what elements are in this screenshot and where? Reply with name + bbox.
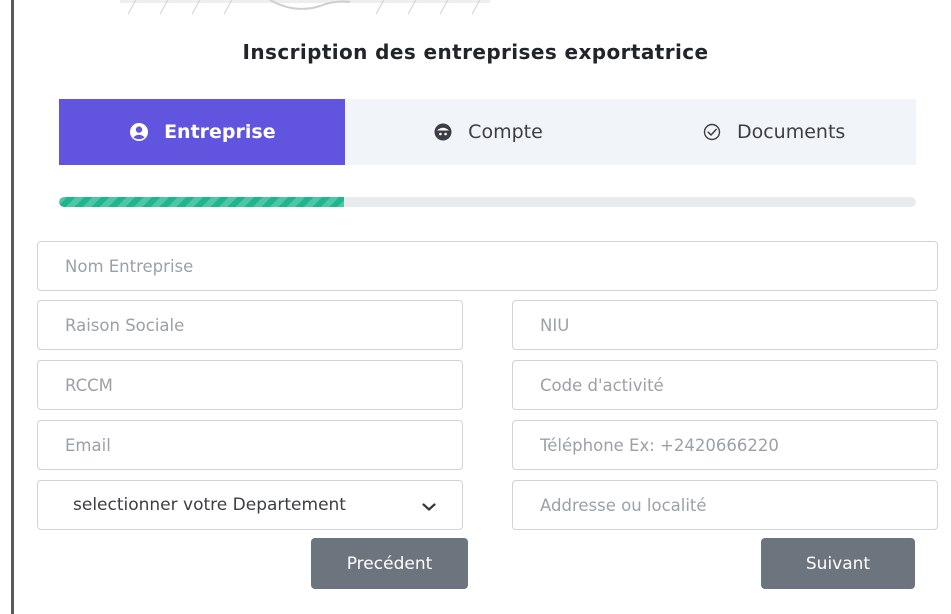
account-face-icon [432, 121, 454, 143]
progress-fill [59, 197, 345, 207]
departement-select[interactable]: selectionner votre Departement [37, 480, 463, 530]
previous-button[interactable]: Precédent [311, 538, 468, 589]
check-circle-icon [701, 121, 723, 143]
chevron-down-icon [422, 499, 436, 513]
tab-entreprise[interactable]: Entreprise [59, 99, 345, 165]
adresse-input[interactable] [512, 480, 938, 530]
tab-compte-label: Compte [468, 121, 543, 143]
next-button[interactable]: Suivant [761, 538, 915, 589]
wizard-steps: Entreprise Compte Documents [59, 99, 916, 165]
tab-entreprise-label: Entreprise [164, 121, 276, 143]
departement-select-value: selectionner votre Departement [73, 495, 346, 515]
tab-compte[interactable]: Compte [345, 99, 631, 165]
niu-input[interactable] [512, 300, 938, 350]
nom-entreprise-input[interactable] [37, 241, 938, 291]
header-banner-fragment [120, 0, 490, 14]
email-input[interactable] [37, 420, 463, 470]
page-title: Inscription des entreprises exportatrice [242, 40, 709, 64]
code-activite-input[interactable] [512, 360, 938, 410]
progress-bar [59, 197, 916, 207]
tab-documents-label: Documents [736, 121, 846, 143]
raison-sociale-input[interactable] [37, 300, 463, 350]
tab-documents[interactable]: Documents [630, 99, 916, 165]
user-circle-icon [128, 121, 150, 143]
telephone-input[interactable] [512, 420, 938, 470]
rccm-input[interactable] [37, 360, 463, 410]
left-border [11, 0, 14, 614]
